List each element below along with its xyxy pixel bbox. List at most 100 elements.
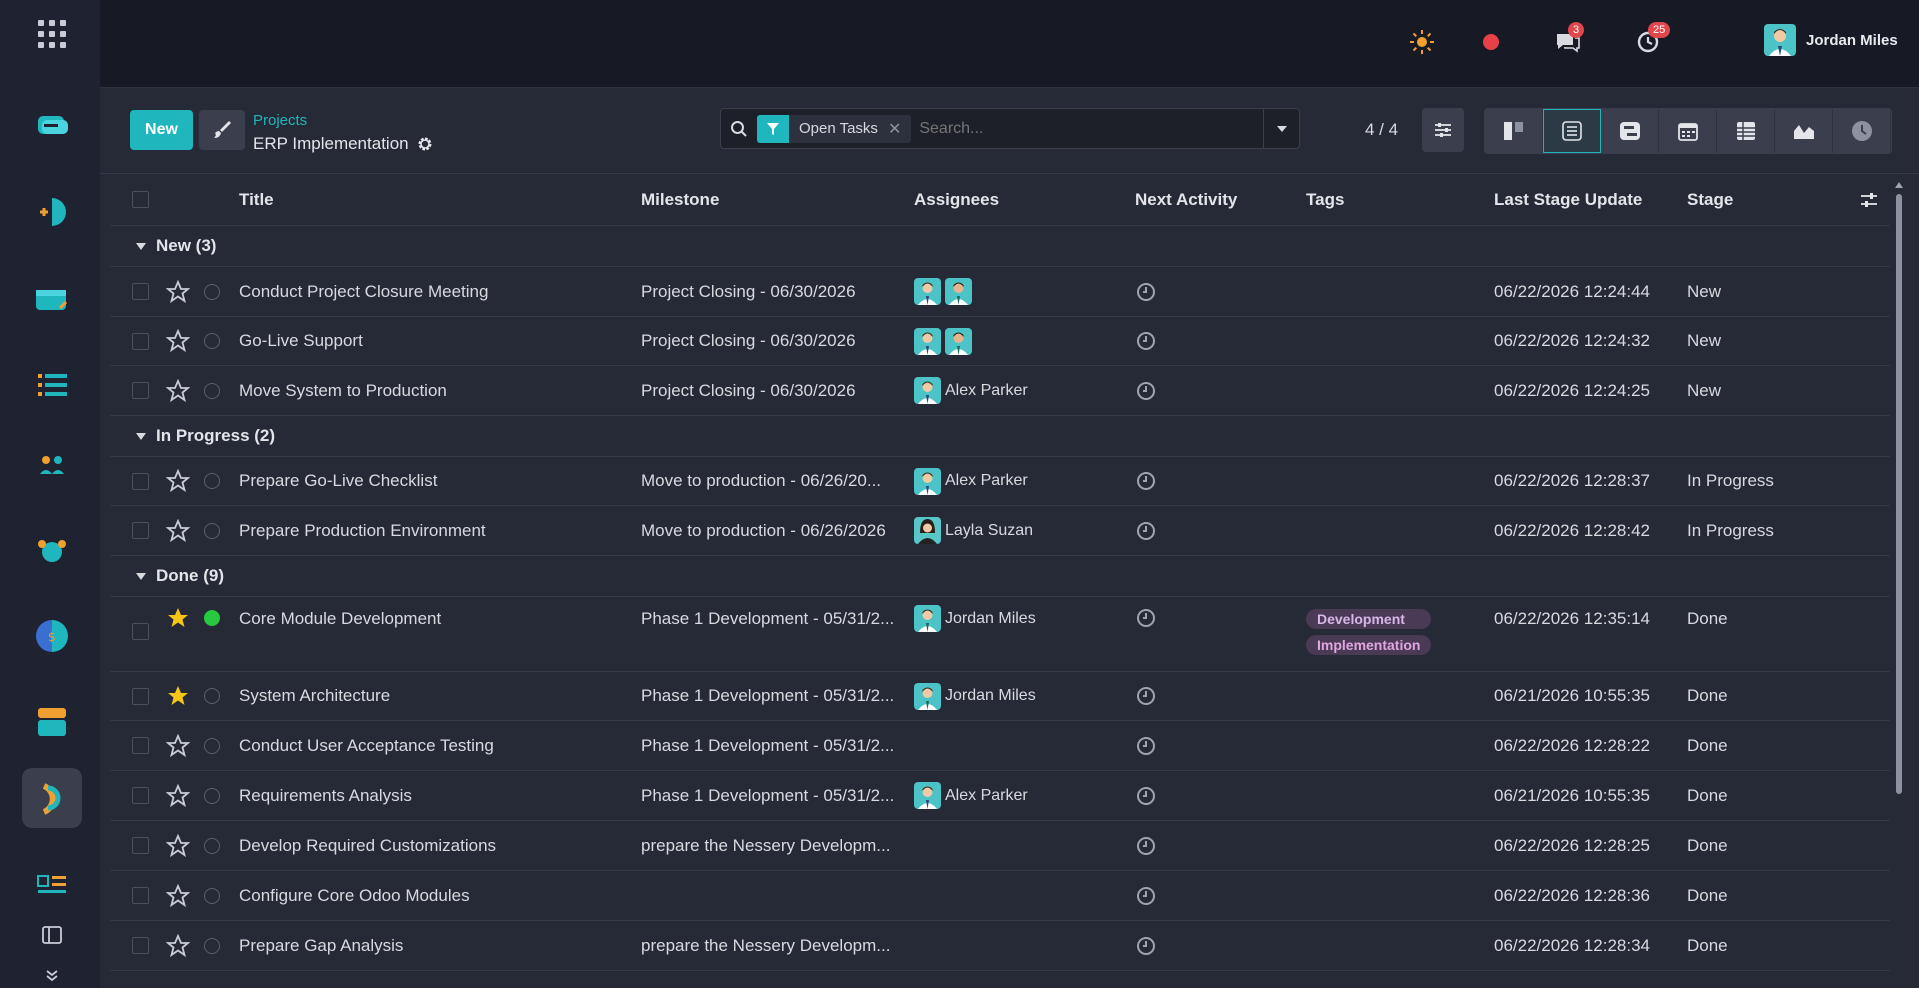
column-title[interactable]: Title [239, 190, 274, 210]
task-title[interactable]: Requirements Analysis [239, 786, 412, 806]
remove-filter-icon[interactable]: ✕ [888, 119, 911, 139]
task-title[interactable]: Prepare Go-Live Checklist [239, 471, 437, 491]
star-icon[interactable] [166, 783, 190, 808]
task-title[interactable]: Prepare Gap Analysis [239, 936, 403, 956]
clock-icon[interactable] [1136, 786, 1156, 806]
task-assignees[interactable]: Jordan Miles [914, 605, 1036, 632]
task-title[interactable]: Conduct Project Closure Meeting [239, 282, 488, 302]
sales-app-icon[interactable]: $ [22, 606, 82, 666]
sliders-icon[interactable] [1422, 108, 1464, 152]
star-icon[interactable] [166, 733, 190, 758]
team-app-icon[interactable] [22, 520, 82, 580]
gear-icon[interactable] [417, 136, 433, 152]
group-header-in-progress[interactable]: In Progress (2) [110, 416, 1890, 457]
status-circle-icon[interactable] [204, 688, 220, 704]
star-icon[interactable] [166, 833, 190, 858]
task-title[interactable]: Develop Required Customizations [239, 836, 496, 856]
row-checkbox[interactable] [132, 283, 149, 300]
table-row[interactable]: Conduct User Acceptance Testing Phase 1 … [110, 721, 1890, 771]
clock-icon[interactable] [1136, 471, 1156, 491]
row-checkbox[interactable] [132, 522, 149, 539]
star-icon[interactable] [166, 518, 190, 543]
clock-icon[interactable] [1136, 836, 1156, 856]
status-circle-icon[interactable] [204, 837, 220, 854]
task-assignees[interactable] [914, 278, 972, 305]
theme-sun-icon[interactable] [1408, 28, 1436, 56]
messages-icon[interactable]: 3 [1554, 22, 1585, 56]
status-done-icon[interactable] [204, 610, 220, 626]
task-title[interactable]: Configure Core Odoo Modules [239, 886, 470, 906]
task-title[interactable]: Move System to Production [239, 381, 447, 401]
search-input[interactable] [919, 119, 1263, 138]
status-circle-icon[interactable] [204, 333, 220, 349]
status-circle-icon[interactable] [204, 737, 220, 754]
clock-icon[interactable] [1136, 886, 1156, 906]
list-app-icon[interactable] [22, 356, 82, 416]
row-checkbox[interactable] [132, 737, 149, 754]
task-assignees[interactable] [914, 327, 972, 355]
row-checkbox[interactable] [132, 937, 149, 954]
tag-badge[interactable]: Development [1306, 609, 1432, 629]
table-row[interactable]: Requirements Analysis Phase 1 Developmen… [110, 771, 1890, 821]
status-circle-icon[interactable] [204, 473, 220, 489]
clock-icon[interactable] [1136, 331, 1156, 351]
optional-columns-icon[interactable] [1860, 192, 1878, 213]
group-header-new[interactable]: New (3) [110, 226, 1890, 267]
apps-menu-icon[interactable] [38, 20, 66, 48]
breadcrumb-parent[interactable]: Projects [253, 112, 307, 129]
star-icon[interactable] [166, 606, 190, 630]
table-row[interactable]: System Architecture Phase 1 Development … [110, 672, 1890, 721]
task-assignees[interactable]: Layla Suzan [914, 517, 1033, 544]
column-stage[interactable]: Stage [1687, 190, 1733, 210]
brush-icon[interactable] [199, 110, 245, 150]
discuss-app-icon[interactable] [22, 96, 82, 156]
table-row[interactable]: Conduct Project Closure Meeting Project … [110, 267, 1890, 317]
record-status-icon[interactable] [1477, 28, 1505, 56]
task-title[interactable]: Core Module Development [239, 609, 441, 629]
status-circle-icon[interactable] [204, 787, 220, 804]
status-circle-icon[interactable] [204, 382, 220, 399]
task-assignees[interactable]: Alex Parker [914, 377, 1028, 404]
table-row[interactable]: Move System to Production Project Closin… [110, 366, 1890, 416]
project-app-icon[interactable] [22, 768, 82, 828]
row-checkbox[interactable] [132, 787, 149, 804]
list-scrollbar[interactable] [1893, 180, 1905, 810]
table-row[interactable]: Core Module Development Phase 1 Developm… [110, 597, 1890, 672]
clock-icon[interactable] [1136, 608, 1156, 628]
row-checkbox[interactable] [132, 837, 149, 854]
clock-icon[interactable] [1136, 282, 1156, 302]
inventory-app-icon[interactable] [22, 692, 82, 752]
clock-icon[interactable] [1136, 381, 1156, 401]
row-checkbox[interactable] [132, 472, 149, 490]
status-circle-icon[interactable] [204, 522, 220, 539]
table-row[interactable]: Prepare Go-Live Checklist Move to produc… [110, 457, 1890, 506]
task-assignees[interactable]: Jordan Miles [914, 682, 1036, 710]
column-milestone[interactable]: Milestone [641, 190, 906, 210]
column-tags[interactable]: Tags [1306, 190, 1344, 210]
task-assignees[interactable]: Alex Parker [914, 782, 1028, 809]
activity-view-icon[interactable] [1833, 109, 1891, 153]
search-options-dropdown[interactable] [1263, 108, 1299, 149]
user-menu[interactable]: Jordan Miles [1764, 24, 1898, 56]
star-icon[interactable] [166, 329, 190, 353]
table-row[interactable]: Configure Core Odoo Modules 06/22/2026 1… [110, 871, 1890, 921]
new-button[interactable]: New [130, 110, 193, 150]
task-title[interactable]: Prepare Production Environment [239, 521, 486, 541]
activity-clock-icon[interactable]: 25 [1634, 22, 1671, 56]
invoicing-app-icon[interactable] [22, 270, 82, 330]
row-checkbox[interactable] [132, 332, 149, 350]
list-view-icon[interactable] [1543, 109, 1601, 153]
select-all-checkbox[interactable] [132, 191, 149, 208]
column-next-activity[interactable]: Next Activity [1135, 190, 1237, 210]
clock-icon[interactable] [1136, 936, 1156, 956]
status-circle-icon[interactable] [204, 283, 220, 300]
gantt-view-icon[interactable] [1601, 109, 1659, 153]
status-circle-icon[interactable] [204, 887, 220, 904]
planning-app-icon[interactable] [22, 858, 82, 918]
star-icon[interactable] [166, 469, 190, 493]
group-header-done[interactable]: Done (9) [110, 556, 1890, 597]
table-row[interactable]: Develop Required Customizations prepare … [110, 821, 1890, 871]
task-title[interactable]: Conduct User Acceptance Testing [239, 736, 494, 756]
star-icon[interactable] [166, 279, 190, 304]
table-row[interactable]: Go-Live Support Project Closing - 06/30/… [110, 317, 1890, 366]
